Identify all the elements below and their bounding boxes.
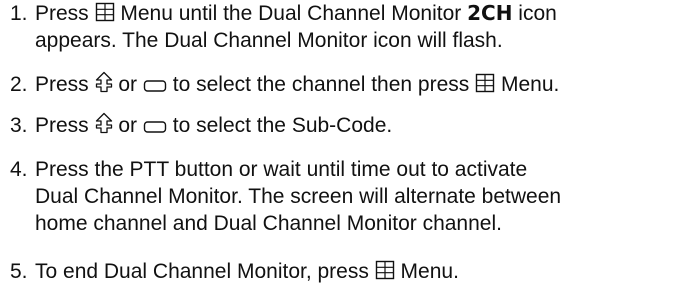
menu-key-icon <box>95 2 115 22</box>
step-text: Press or to select the channel then pres… <box>35 71 560 96</box>
down-key-icon <box>143 79 167 93</box>
step-text: To end Dual Channel Monitor, press Menu. <box>35 260 459 283</box>
step-number: 5. <box>10 260 28 283</box>
up-key-icon <box>95 112 113 134</box>
menu-key-icon <box>375 260 395 280</box>
up-key-icon <box>95 71 113 93</box>
step-text: Press or to select the Sub-Code. <box>35 112 393 137</box>
step-number: 3. <box>10 114 28 137</box>
step-number: 4. <box>10 158 28 181</box>
step-text: Press the PTT button or wait until time … <box>35 158 562 235</box>
step-number: 1. <box>10 2 28 25</box>
dual-channel-monitor-icon: 2CH <box>467 1 513 25</box>
step-text: Press Menu until the Dual Channel Monito… <box>35 1 557 52</box>
step-number: 2. <box>10 73 28 96</box>
down-key-icon <box>143 120 167 134</box>
menu-key-icon <box>475 73 495 93</box>
